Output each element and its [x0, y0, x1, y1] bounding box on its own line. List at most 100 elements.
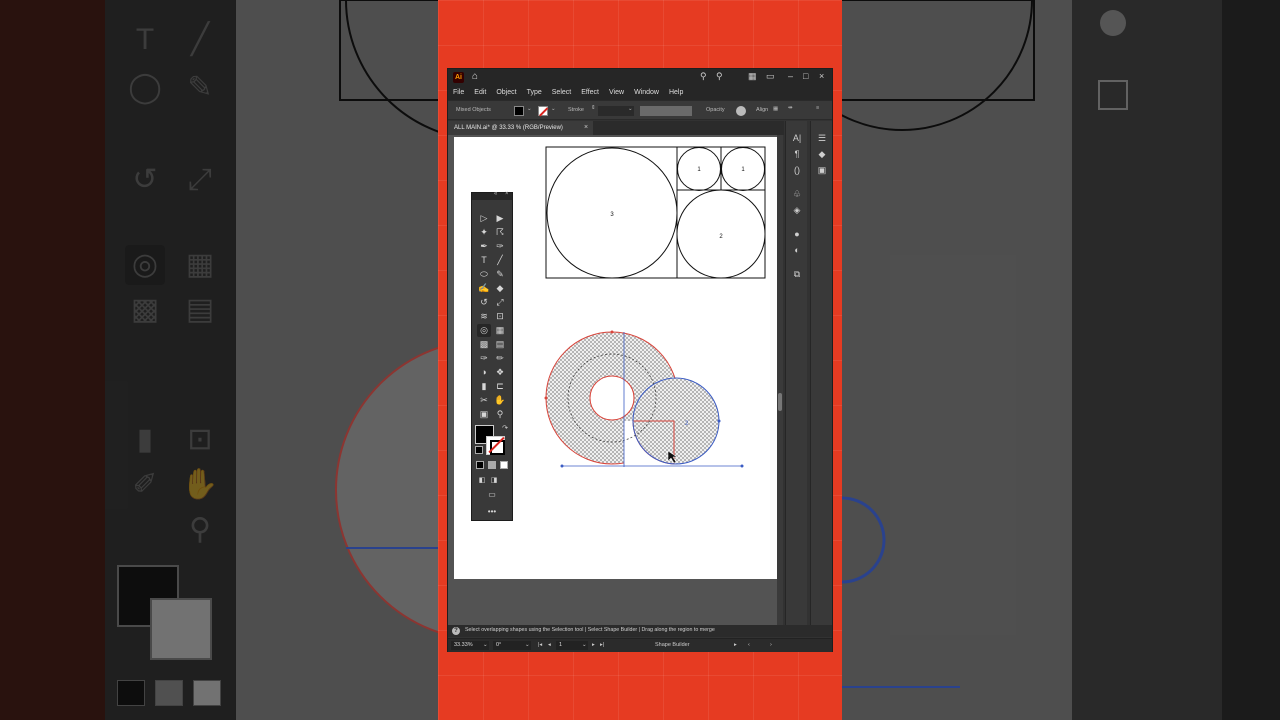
shaper-tool-icon[interactable]: ✍	[477, 282, 491, 295]
swap-colors-icon[interactable]: ↷	[498, 422, 512, 435]
default-colors-icon[interactable]	[475, 446, 483, 454]
search-icon[interactable]: ⚲	[716, 71, 723, 82]
tools-panel-header[interactable]: « ×	[472, 191, 512, 200]
color-mode-icon[interactable]	[476, 461, 484, 469]
home-icon[interactable]: ⌂	[472, 71, 478, 82]
chevron-down-icon[interactable]: ⌄	[551, 106, 556, 112]
hand-tool-icon[interactable]: ✋	[493, 394, 507, 407]
paintbrush-tool-icon[interactable]: ✎	[493, 268, 507, 281]
layers-icon[interactable]: ◆	[811, 149, 833, 160]
blend-tool-icon[interactable]: ◑	[477, 366, 491, 379]
prev-artboard-icon[interactable]: ◂	[548, 641, 551, 650]
minimize-icon[interactable]: –	[788, 71, 793, 81]
lasso-tool-icon[interactable]: ☈	[493, 226, 507, 239]
scale-tool-icon[interactable]: ⤢	[493, 296, 507, 309]
opentype-icon[interactable]: ()	[786, 165, 808, 175]
selection-tool-icon[interactable]: ▷	[477, 212, 491, 225]
align-label[interactable]: Align	[756, 107, 768, 113]
graphic-styles-icon[interactable]: ◈	[786, 205, 808, 216]
close-icon[interactable]: ×	[819, 71, 824, 81]
stroke-color-box[interactable]	[486, 436, 505, 455]
draw-behind-icon[interactable]: ◨	[487, 474, 501, 487]
nav-left-icon[interactable]: ‹	[748, 641, 750, 650]
eyedropper-tool-icon[interactable]: ✑	[477, 352, 491, 365]
close-tab-icon[interactable]: ×	[584, 121, 588, 135]
graph-tool-icon[interactable]: ▮	[477, 380, 491, 393]
opacity-label[interactable]: Opacity	[706, 107, 725, 113]
last-artboard-icon[interactable]: ▸|	[600, 641, 604, 650]
anchor-point[interactable]	[610, 330, 614, 334]
gradient-tool-icon[interactable]: ▤	[493, 338, 507, 351]
perspective-grid-tool-icon[interactable]: ▦	[493, 324, 507, 337]
anchor-point[interactable]	[740, 464, 744, 468]
anchor-point[interactable]	[717, 419, 721, 423]
screen-mode-icon[interactable]: ▭	[485, 488, 499, 501]
workspace-icon[interactable]: ▦	[748, 71, 757, 82]
align-icon[interactable]: ▦	[773, 106, 778, 112]
menu-window[interactable]: Window	[629, 86, 664, 100]
chevron-down-icon[interactable]: ⌄	[582, 641, 587, 650]
scroll-thumb[interactable]	[778, 393, 782, 411]
help-icon[interactable]: ?	[452, 627, 460, 635]
chevron-down-icon[interactable]: ⌄	[527, 106, 532, 112]
magic-wand-tool-icon[interactable]: ✦	[477, 226, 491, 239]
arrange-icon[interactable]: ▭	[766, 71, 775, 82]
first-artboard-icon[interactable]: |◂	[538, 641, 542, 650]
menu-edit[interactable]: Edit	[469, 86, 491, 100]
layout-frame[interactable]	[545, 146, 766, 279]
menu-object[interactable]: Object	[491, 86, 521, 100]
nav-right-icon[interactable]: ›	[770, 641, 772, 650]
edit-toolbar-icon[interactable]: •••	[485, 505, 499, 518]
menu-file[interactable]: File	[448, 86, 469, 100]
shape-builder-tool-icon[interactable]: ◎	[477, 324, 491, 337]
share-icon[interactable]: ⚲	[700, 71, 707, 82]
menu-help[interactable]: Help	[664, 86, 688, 100]
menu-type[interactable]: Type	[522, 86, 547, 100]
pathfinder-icon[interactable]: ⧉	[786, 269, 808, 280]
free-transform-tool-icon[interactable]: ⊡	[493, 310, 507, 323]
anchor-point[interactable]	[544, 396, 548, 400]
artboard-tool-icon[interactable]: ⊏	[493, 380, 507, 393]
ring-hole[interactable]	[589, 375, 635, 421]
menu-icon[interactable]: ≡	[816, 105, 819, 111]
stepper-icon[interactable]: ⇕	[591, 105, 596, 111]
appearance-icon[interactable]: ●	[786, 229, 808, 239]
mesh-tool-icon[interactable]: ▩	[477, 338, 491, 351]
none-mode-icon[interactable]	[500, 461, 508, 469]
print-tiling-tool-icon[interactable]: ▣	[477, 408, 491, 421]
collapse-icon[interactable]: «	[494, 191, 497, 197]
gradient-mode-icon[interactable]	[488, 461, 496, 469]
menu-select[interactable]: Select	[547, 86, 576, 100]
chevron-down-icon[interactable]: ⌄	[483, 641, 488, 650]
anchor-point[interactable]	[560, 464, 564, 468]
transparency-icon[interactable]: ◐	[786, 245, 808, 255]
curvature-tool-icon[interactable]: ✑	[493, 240, 507, 253]
symbol-sprayer-tool-icon[interactable]: ❖	[493, 366, 507, 379]
document-tab[interactable]: ALL MAIN.ai* @ 33.33 % (RGB/Preview) ×	[448, 121, 593, 135]
libraries-icon[interactable]: ▣	[811, 165, 833, 176]
symbols-icon[interactable]: ♧	[786, 189, 808, 200]
direct-selection-tool-icon[interactable]: ▶	[493, 212, 507, 225]
ellipse-tool-icon[interactable]: ⬭	[477, 268, 491, 281]
menu-view[interactable]: View	[604, 86, 629, 100]
zoom-tool-icon[interactable]: ⚲	[493, 408, 507, 421]
next-artboard-icon[interactable]: ▸	[592, 641, 595, 650]
recolor-icon[interactable]	[736, 106, 746, 116]
variable-width-field[interactable]	[640, 106, 692, 116]
properties-icon[interactable]: ☰	[811, 133, 833, 144]
character-icon[interactable]: A|	[786, 133, 808, 143]
slice-tool-icon[interactable]: ✂	[477, 394, 491, 407]
transform-icon[interactable]: ⇹	[788, 105, 793, 111]
menu-effect[interactable]: Effect	[576, 86, 604, 100]
eraser-tool-icon[interactable]: ◆	[493, 282, 507, 295]
rotate-tool-icon[interactable]: ↺	[477, 296, 491, 309]
chevron-down-icon[interactable]: ⌄	[525, 641, 530, 650]
fill-swatch[interactable]	[514, 106, 524, 116]
type-tool-icon[interactable]: T	[477, 254, 491, 267]
maximize-icon[interactable]: □	[803, 71, 808, 81]
vertical-scrollbar[interactable]	[777, 135, 783, 625]
close-icon[interactable]: ×	[505, 191, 509, 197]
warp-tool-icon[interactable]: ≋	[477, 310, 491, 323]
chevron-down-icon[interactable]: ⌄	[628, 106, 633, 112]
stroke-swatch[interactable]	[538, 106, 548, 117]
